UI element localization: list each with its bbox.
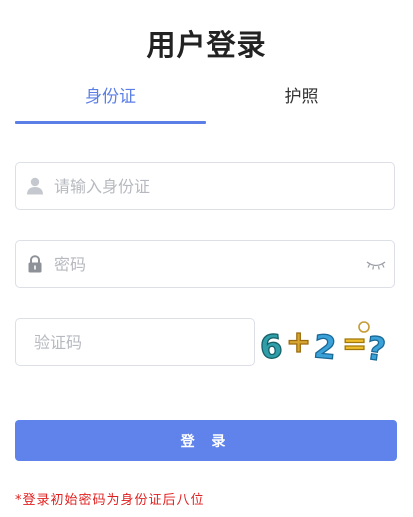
- password-field: [15, 240, 395, 288]
- login-type-tabs: 身份证 护照: [15, 84, 397, 124]
- tab-passport[interactable]: 护照: [206, 84, 397, 124]
- captcha-field: [15, 318, 255, 366]
- tab-id-card[interactable]: 身份证: [15, 84, 206, 124]
- lock-icon: [28, 255, 42, 273]
- active-tab-indicator: [15, 121, 206, 124]
- login-page: 用户登录 身份证 护照 请输入身份证 验证码 6 + 2 = ? 登 录 *登录…: [0, 0, 413, 517]
- captcha-image[interactable]: 6 + 2 = ?: [256, 318, 396, 366]
- id-number-field: [15, 162, 395, 210]
- svg-text:?: ?: [364, 329, 388, 366]
- tab-passport-label: 护照: [284, 87, 319, 107]
- id-number-input[interactable]: [54, 163, 384, 209]
- captcha-input[interactable]: [34, 319, 244, 365]
- svg-text:2: 2: [312, 327, 337, 366]
- svg-text:+: +: [286, 325, 311, 360]
- page-title: 用户登录: [146, 28, 267, 62]
- login-button[interactable]: 登 录: [15, 420, 397, 461]
- password-hint-notice: *登录初始密码为身份证后八位: [15, 493, 205, 508]
- eye-closed-icon[interactable]: [366, 259, 386, 271]
- svg-text:6: 6: [258, 327, 284, 366]
- captcha-expression: 6 + 2 = ?: [258, 324, 389, 366]
- user-icon: [27, 177, 43, 195]
- password-input[interactable]: [54, 241, 354, 287]
- tab-id-card-label: 身份证: [85, 87, 136, 107]
